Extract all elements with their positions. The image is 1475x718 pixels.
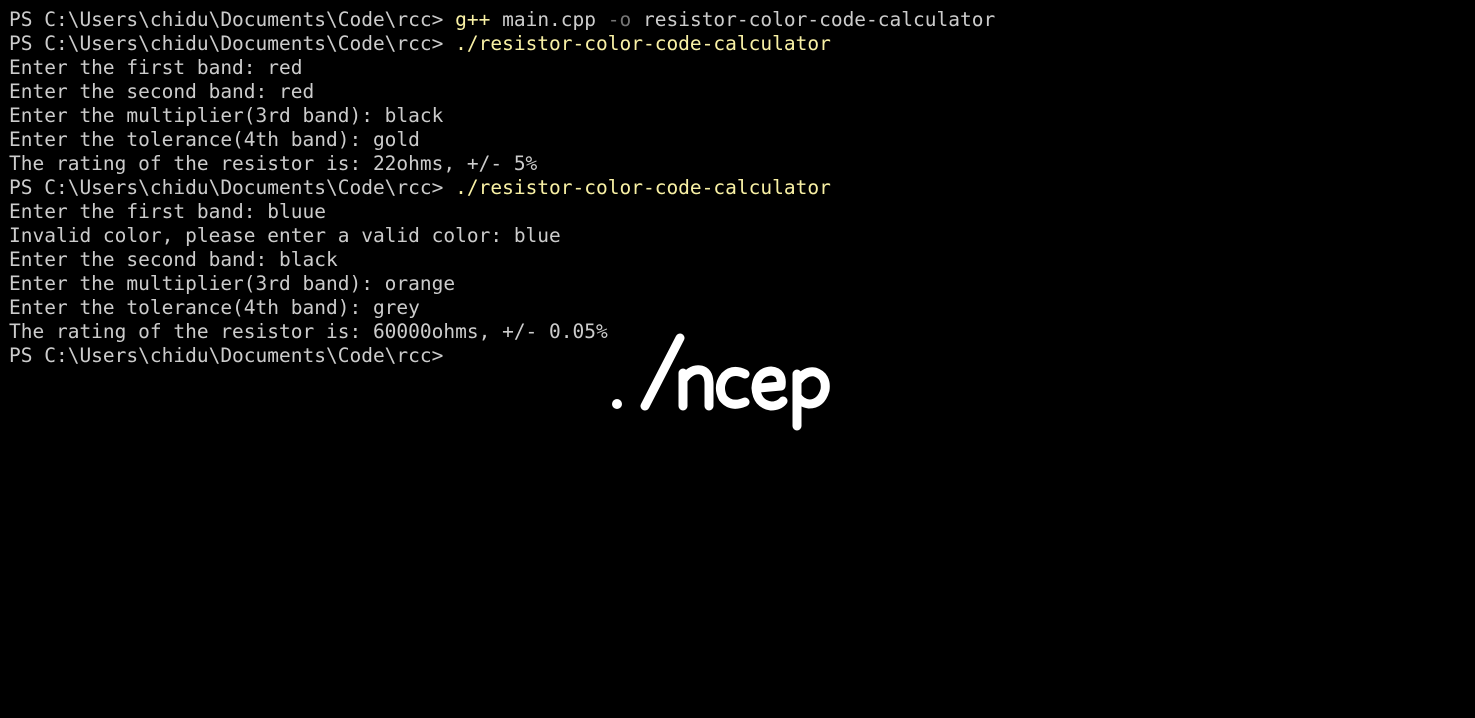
command-arg: resistor-color-code-calculator <box>631 8 996 31</box>
output-line: Enter the multiplier(3rd band): orange <box>9 272 1475 296</box>
command-line: PS C:\Users\chidu\Documents\Code\rcc> g+… <box>9 8 1475 32</box>
output-text: Enter the tolerance(4th band): grey <box>9 296 420 319</box>
output-line: Enter the first band: bluue <box>9 200 1475 224</box>
terminal-output: PS C:\Users\chidu\Documents\Code\rcc> g+… <box>9 8 1475 368</box>
command-name: ./resistor-color-code-calculator <box>455 32 831 55</box>
output-text: The rating of the resistor is: 60000ohms… <box>9 320 608 343</box>
terminal-window[interactable]: PS C:\Users\chidu\Documents\Code\rcc> g+… <box>0 0 1475 718</box>
ncep-logo-watermark <box>612 333 830 431</box>
output-line: Invalid color, please enter a valid colo… <box>9 224 1475 248</box>
output-line: Enter the tolerance(4th band): grey <box>9 296 1475 320</box>
output-text: The rating of the resistor is: 22ohms, +… <box>9 152 538 175</box>
shell-prompt: PS C:\Users\chidu\Documents\Code\rcc> <box>9 32 456 55</box>
output-line: Enter the second band: black <box>9 248 1475 272</box>
output-line: Enter the first band: red <box>9 56 1475 80</box>
command-name: ./resistor-color-code-calculator <box>455 176 831 199</box>
output-text: Enter the second band: red <box>9 80 315 103</box>
output-text: Enter the first band: red <box>9 56 303 79</box>
output-text: Enter the first band: bluue <box>9 200 326 223</box>
output-line: Enter the second band: red <box>9 80 1475 104</box>
shell-prompt: PS C:\Users\chidu\Documents\Code\rcc> <box>9 176 456 199</box>
output-line: Enter the multiplier(3rd band): black <box>9 104 1475 128</box>
output-text: Enter the multiplier(3rd band): black <box>9 104 444 127</box>
shell-prompt: PS C:\Users\chidu\Documents\Code\rcc> <box>9 344 456 367</box>
command-arg: main.cpp <box>490 8 608 31</box>
output-text: Enter the multiplier(3rd band): orange <box>9 272 456 295</box>
output-text: Invalid color, please enter a valid colo… <box>9 224 561 247</box>
output-line: The rating of the resistor is: 22ohms, +… <box>9 152 1475 176</box>
output-text: Enter the second band: black <box>9 248 338 271</box>
output-line: Enter the tolerance(4th band): gold <box>9 128 1475 152</box>
output-text: Enter the tolerance(4th band): gold <box>9 128 420 151</box>
command-line: PS C:\Users\chidu\Documents\Code\rcc> ./… <box>9 176 1475 200</box>
command-flag: -o <box>607 8 632 31</box>
shell-prompt: PS C:\Users\chidu\Documents\Code\rcc> <box>9 8 456 31</box>
command-line: PS C:\Users\chidu\Documents\Code\rcc> ./… <box>9 32 1475 56</box>
command-name: g++ <box>455 8 491 31</box>
